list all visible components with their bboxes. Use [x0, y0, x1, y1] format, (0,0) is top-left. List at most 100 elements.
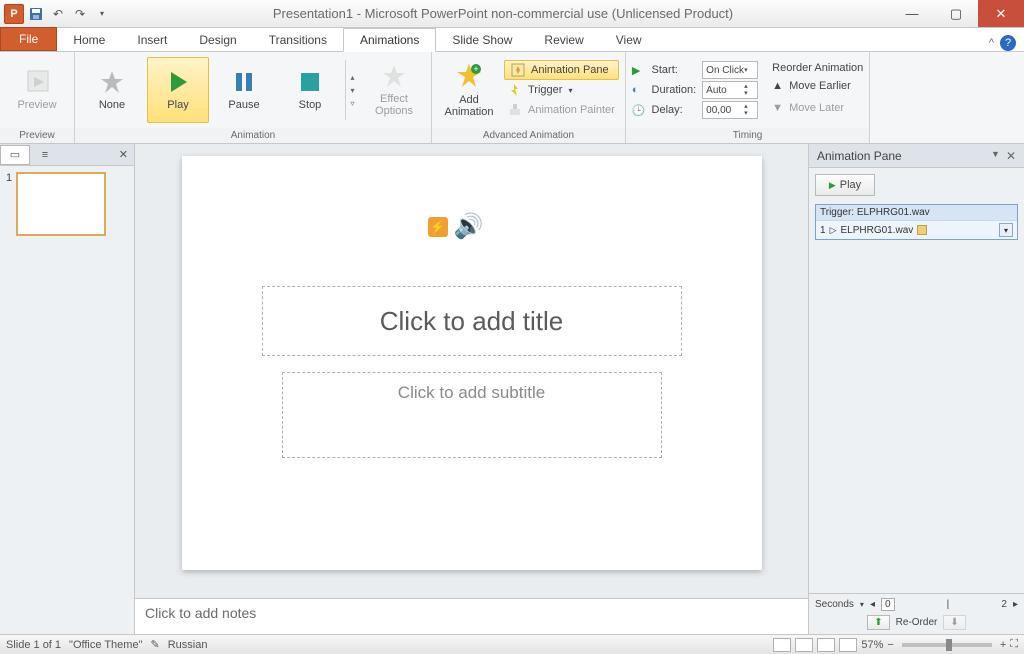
svg-text:+: +	[473, 64, 478, 74]
add-animation-button[interactable]: + Add Animation	[438, 57, 500, 123]
slides-tab-icon[interactable]: ▭	[0, 145, 30, 165]
group-advanced-label: Advanced Animation	[432, 128, 625, 143]
title-placeholder[interactable]: Click to add title	[262, 286, 682, 356]
timeline-tick-2: 2	[1001, 599, 1007, 610]
duration-input[interactable]: Auto▴▾	[702, 81, 758, 99]
outline-tab-icon[interactable]: ≡	[30, 145, 60, 165]
animation-pane-button[interactable]: Animation Pane	[504, 60, 619, 80]
chevron-down-icon[interactable]: ▾	[860, 600, 864, 609]
animation-pane-icon	[511, 63, 525, 77]
trigger-icon	[508, 83, 522, 97]
zoom-in-button[interactable]: +	[1000, 639, 1006, 651]
slideshow-view-button[interactable]	[839, 638, 857, 652]
zoom-slider[interactable]	[902, 643, 992, 647]
tab-review[interactable]: Review	[528, 29, 599, 51]
workspace: ▭ ≡ ✕ 1 ⚡ 🔊 Click to add title Click to …	[0, 144, 1024, 634]
start-play-icon: ▶	[632, 64, 646, 77]
preview-label: Preview	[17, 99, 56, 111]
pane-close-icon[interactable]: ✕	[1006, 149, 1016, 163]
pane-dropdown-icon[interactable]: ▼	[991, 149, 1000, 163]
up-icon: ▲	[772, 80, 783, 92]
statusbar: Slide 1 of 1 "Office Theme" ✎ Russian 57…	[0, 634, 1024, 654]
group-advanced-animation: + Add Animation Animation Pane Trigger ▾	[432, 52, 626, 143]
redo-icon[interactable]: ↷	[70, 4, 90, 24]
painter-icon	[508, 103, 522, 117]
group-animation-label: Animation	[75, 128, 431, 143]
language-indicator[interactable]: Russian	[168, 639, 208, 651]
tab-design[interactable]: Design	[183, 29, 252, 51]
delay-input[interactable]: 00,00▴▾	[702, 101, 758, 119]
zoom-level[interactable]: 57%	[861, 639, 883, 651]
slide-thumbnail-preview	[16, 172, 106, 236]
animation-indicator-icon[interactable]: ⚡	[428, 217, 448, 237]
anim-none-button[interactable]: None	[81, 57, 143, 123]
normal-view-button[interactable]	[773, 638, 791, 652]
fit-to-window-button[interactable]: ⛶	[1010, 638, 1018, 651]
animation-play-button[interactable]: ▶ Play	[815, 174, 875, 196]
reorder-label: Re-Order	[896, 617, 938, 628]
timeline-right-icon[interactable]: ▸	[1013, 599, 1018, 610]
zoom-out-button[interactable]: −	[887, 639, 893, 651]
save-icon[interactable]	[26, 4, 46, 24]
ribbon: Preview Preview None Play Pause Stop	[0, 52, 1024, 144]
slide-area: ⚡ 🔊 Click to add title Click to add subt…	[135, 144, 808, 634]
tab-animations[interactable]: Animations	[343, 28, 436, 52]
animation-painter-button[interactable]: Animation Painter	[504, 100, 619, 120]
trigger-row: Trigger: ELPHRG01.wav	[816, 205, 1017, 221]
reorder-up-button[interactable]: ⬆	[867, 615, 889, 630]
close-panel-icon[interactable]: ✕	[113, 148, 134, 161]
chevron-down-icon: ▾	[568, 86, 572, 95]
delay-label: Delay:	[652, 104, 697, 116]
move-earlier-button[interactable]: ▲Move Earlier	[772, 76, 863, 96]
quick-access-toolbar: P ↶ ↷ ▾	[0, 4, 116, 24]
tab-file[interactable]: File	[0, 27, 57, 51]
theme-indicator: "Office Theme"	[69, 639, 142, 651]
animation-item[interactable]: 1 ▷ ELPHRG01.wav ▾	[816, 221, 1017, 239]
animation-gallery-more[interactable]: ▴▾▿	[345, 60, 359, 120]
move-later-button[interactable]: ▼Move Later	[772, 98, 863, 118]
group-preview: Preview Preview	[0, 52, 75, 143]
slide-thumbnail[interactable]: 1	[0, 166, 134, 242]
qat-dropdown-icon[interactable]: ▾	[92, 4, 112, 24]
ribbon-tabs: File Home Insert Design Transitions Anim…	[0, 28, 1024, 52]
anim-stop-button[interactable]: Stop	[279, 57, 341, 123]
subtitle-placeholder[interactable]: Click to add subtitle	[282, 372, 662, 458]
undo-icon[interactable]: ↶	[48, 4, 68, 24]
tab-insert[interactable]: Insert	[121, 29, 183, 51]
group-animation: None Play Pause Stop ▴▾▿ Effect Options	[75, 52, 432, 143]
sorter-view-button[interactable]	[795, 638, 813, 652]
reorder-down-button[interactable]: ⬇	[943, 615, 965, 630]
timeline-left-icon[interactable]: ◂	[870, 599, 875, 610]
close-button[interactable]: ✕	[978, 0, 1024, 27]
speaker-icon[interactable]: 🔊	[454, 212, 484, 241]
help-icon[interactable]: ?	[1000, 35, 1016, 51]
trigger-button[interactable]: Trigger ▾	[504, 80, 619, 100]
maximize-button[interactable]: ▢	[934, 0, 978, 27]
slide-canvas[interactable]: ⚡ 🔊 Click to add title Click to add subt…	[182, 156, 762, 570]
spellcheck-icon[interactable]: ✎	[150, 638, 159, 651]
anim-pause-button[interactable]: Pause	[213, 57, 275, 123]
tab-view[interactable]: View	[600, 29, 658, 51]
preview-button[interactable]: Preview	[6, 57, 68, 123]
delay-icon: 🕒	[632, 104, 646, 117]
reading-view-button[interactable]	[817, 638, 835, 652]
notes-pane[interactable]: Click to add notes	[135, 598, 808, 634]
start-dropdown[interactable]: On Click▾	[702, 61, 758, 79]
group-preview-label: Preview	[0, 128, 74, 143]
duration-icon: ◐	[632, 84, 646, 96]
minimize-button[interactable]: —	[890, 0, 934, 27]
app-icon[interactable]: P	[4, 4, 24, 24]
tab-transitions[interactable]: Transitions	[253, 29, 343, 51]
effect-options-button[interactable]: Effect Options	[363, 57, 425, 123]
tab-slideshow[interactable]: Slide Show	[436, 29, 528, 51]
animation-item-name: ELPHRG01.wav	[840, 225, 913, 236]
animation-list: Trigger: ELPHRG01.wav 1 ▷ ELPHRG01.wav ▾	[815, 204, 1018, 240]
tab-home[interactable]: Home	[57, 29, 121, 51]
seconds-label: Seconds	[815, 599, 854, 610]
duration-label: Duration:	[652, 84, 697, 96]
animation-item-dropdown[interactable]: ▾	[999, 223, 1013, 237]
down-icon: ▼	[772, 102, 783, 114]
titlebar: P ↶ ↷ ▾ Presentation1 - Microsoft PowerP…	[0, 0, 1024, 28]
minimize-ribbon-icon[interactable]: ^	[989, 37, 994, 49]
anim-play-button[interactable]: Play	[147, 57, 209, 123]
